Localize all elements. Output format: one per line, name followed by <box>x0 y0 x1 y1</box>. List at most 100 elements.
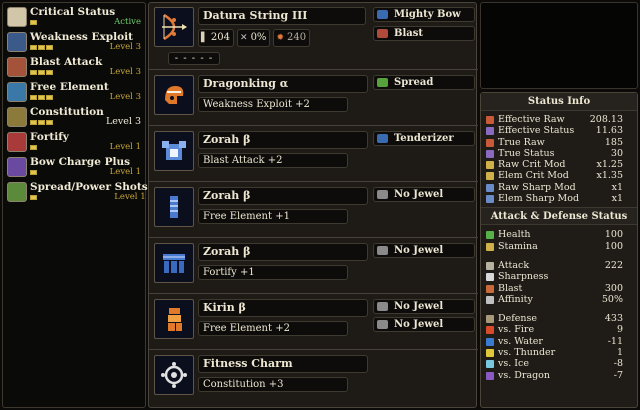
skill-pip <box>30 95 37 100</box>
stat-value: 9 <box>616 324 623 336</box>
status-row: Blast 300 <box>481 283 637 294</box>
blast-icon: ✹ <box>276 33 284 43</box>
armor-row-arms[interactable]: Zorah β Free Element +1 No Jewel <box>151 183 476 235</box>
skill-row[interactable]: Constitution Level 3 <box>5 106 143 131</box>
status-info-title: Status Info <box>481 93 637 111</box>
skill-level: Level 3 <box>109 92 141 102</box>
status-row: vs. Ice -8 <box>481 358 637 369</box>
weapon-attack: ▌ 204 <box>198 29 235 47</box>
armor-row-waist[interactable]: Zorah β Fortify +1 No Jewel <box>151 239 476 291</box>
stat-icon <box>486 172 494 181</box>
stat-label: vs. Thunder <box>498 347 556 359</box>
stat-value: 100 <box>604 240 623 252</box>
preview-panel <box>480 2 638 89</box>
stat-icon <box>486 349 494 358</box>
divider <box>149 181 478 182</box>
armor-row-charm[interactable]: Fitness Charm Constitution +3 <box>151 351 476 403</box>
stat-label: Stamina <box>498 240 538 252</box>
skill-pip <box>38 95 45 100</box>
stat-value: x1 <box>611 181 623 193</box>
skill-level: Active <box>114 17 141 27</box>
skill-body: Constitution Level 3 <box>30 106 143 127</box>
stat-label: Defense <box>498 313 537 325</box>
skill-pip <box>30 145 37 150</box>
skill-row[interactable]: Critical Status Active <box>5 6 143 31</box>
skill-row[interactable]: Fortify Level 1 <box>5 131 143 156</box>
deco-slot[interactable]: No Jewel <box>373 243 475 258</box>
weapon-row[interactable]: Datura String III ▌ 204 ✕ 0% ✹ 240 - - -… <box>151 3 476 69</box>
weapon-affinity: ✕ 0% <box>237 29 271 47</box>
stat-value: 30 <box>610 147 623 159</box>
stat-value: 50% <box>601 293 623 305</box>
stat-icon <box>486 116 494 124</box>
armor-skill: Blast Attack +2 <box>198 153 348 168</box>
stat-value: x1.25 <box>596 159 623 171</box>
divider <box>149 125 478 126</box>
stat-value: 185 <box>604 136 623 148</box>
stat-value: x1 <box>611 193 623 205</box>
skill-list: Critical Status Active Weakness Exploit … <box>5 6 148 206</box>
armor-name: Zorah β <box>198 243 368 261</box>
weapon-deco-2[interactable]: Blast <box>373 26 475 41</box>
skill-level: Level 3 <box>105 116 141 127</box>
skill-pip <box>30 45 37 50</box>
weapon-deco-2-label: Blast <box>394 28 423 39</box>
deco-jewel-icon <box>377 78 388 87</box>
skill-level: Level 1 <box>109 167 141 177</box>
stat-label: Elem Sharp Mod <box>498 193 580 205</box>
weapon-stats: ▌ 204 ✕ 0% ✹ 240 <box>198 29 311 47</box>
stat-label: Health <box>498 229 531 241</box>
stat-value: -11 <box>607 335 623 347</box>
divider <box>149 69 478 70</box>
skill-icon <box>7 182 27 202</box>
stat-icon <box>486 360 494 369</box>
stat-icon <box>486 337 494 346</box>
attack-defense-title: Attack & Defense Status <box>481 207 637 226</box>
stat-icon <box>486 371 494 380</box>
stat-icon <box>486 183 494 192</box>
weapon-deco-1[interactable]: Mighty Bow <box>373 7 475 22</box>
status-row: Raw Crit Mod x1.25 <box>481 159 637 170</box>
skill-row[interactable]: Free Element Level 3 <box>5 81 143 106</box>
deco-slot[interactable]: Tenderizer <box>373 131 475 146</box>
attack-icon: ▌ <box>201 33 208 43</box>
armor-name: Zorah β <box>198 187 368 205</box>
divider <box>149 349 478 350</box>
skill-pip <box>46 70 53 75</box>
stat-icon <box>486 149 494 158</box>
stat-value: 11.63 <box>595 125 623 137</box>
stat-label: Raw Sharp Mod <box>498 181 576 193</box>
deco-slot[interactable]: No Jewel <box>373 317 475 332</box>
skill-row[interactable]: Blast Attack Level 3 <box>5 56 143 81</box>
skills-panel: Critical Status Active Weakness Exploit … <box>2 2 148 408</box>
stat-icon <box>486 326 494 335</box>
skill-row[interactable]: Spread/Power Shots Level 1 <box>5 181 148 206</box>
stat-label: True Raw <box>498 136 545 148</box>
deco-slot[interactable]: Spread <box>373 75 475 90</box>
stat-label: vs. Fire <box>498 324 535 336</box>
status-row: Effective Raw 208.13 <box>481 114 637 125</box>
status-row: vs. Thunder 1 <box>481 347 637 358</box>
skill-icon <box>7 32 27 52</box>
stat-label: Elem Crit Mod <box>498 170 569 182</box>
deco-slot[interactable]: No Jewel <box>373 299 475 314</box>
stat-value: 208.13 <box>589 114 623 125</box>
status-info-list: Effective Raw 208.13 Effective Status 11… <box>481 111 637 204</box>
stat-value: 100 <box>604 229 623 241</box>
skill-icon <box>7 107 27 127</box>
armor-row-head[interactable]: Dragonking α Weakness Exploit +2 Spread <box>151 71 476 123</box>
armor-row-legs[interactable]: Kirin β Free Element +2 No Jewel No Jewe… <box>151 295 476 347</box>
skill-body: Bow Charge Plus Level 1 <box>30 156 143 177</box>
skill-level: Level 1 <box>109 142 141 152</box>
skill-row[interactable]: Weakness Exploit Level 3 <box>5 31 143 56</box>
stat-value: -8 <box>613 358 623 370</box>
skill-icon <box>7 157 27 177</box>
armor-skill: Free Element +1 <box>198 209 348 224</box>
deco-label: No Jewel <box>394 319 444 330</box>
status-row: True Raw 185 <box>481 137 637 148</box>
deco-slot[interactable]: No Jewel <box>373 187 475 202</box>
armor-row-chest[interactable]: Zorah β Blast Attack +2 Tenderizer <box>151 127 476 179</box>
armor-name: Kirin β <box>198 299 368 317</box>
deco-label: No Jewel <box>394 189 444 200</box>
skill-row[interactable]: Bow Charge Plus Level 1 <box>5 156 143 181</box>
